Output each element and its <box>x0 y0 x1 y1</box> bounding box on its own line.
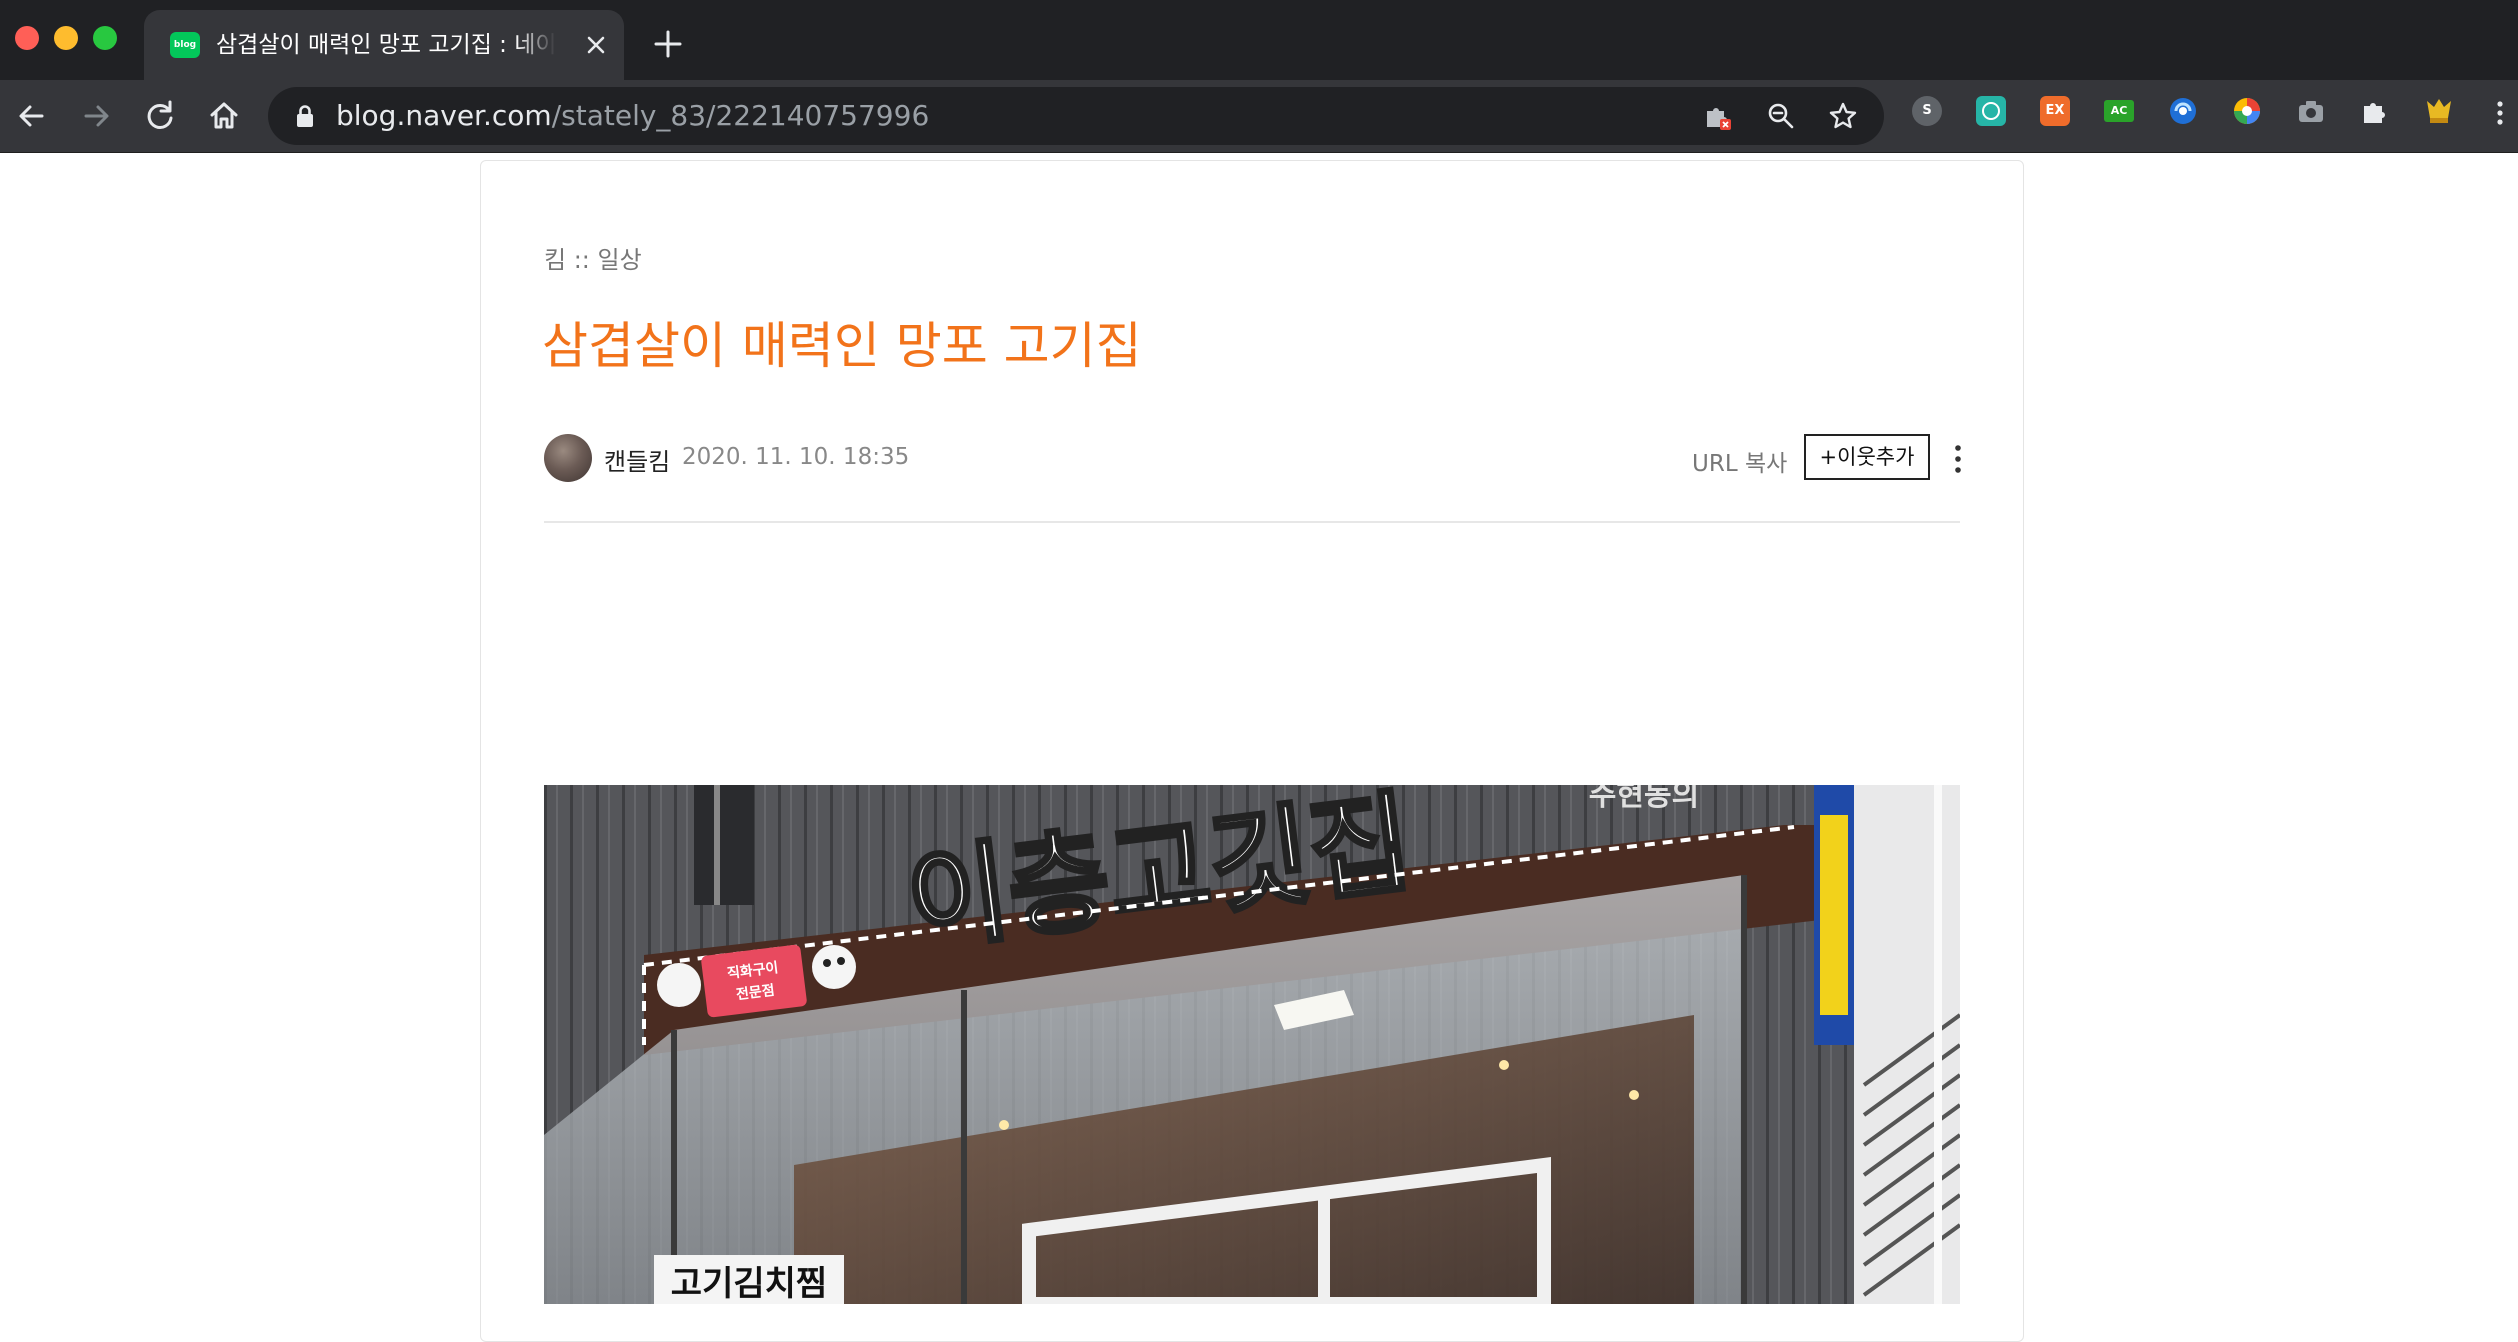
profile-avatar-icon[interactable] <box>2424 96 2454 126</box>
menu-sign-text: 고기김치찜 <box>671 1264 827 1304</box>
active-tab[interactable]: blog 삼겹살이 매력인 망포 고기집 : 네이버 블로그 <box>144 10 624 80</box>
teal-extension-icon[interactable] <box>1976 96 2006 126</box>
url-path: /stately_83/222140757996 <box>551 99 930 132</box>
post-title: 삼겹살이 매력인 망포 고기집 <box>542 317 1142 375</box>
swirl-extension-icon[interactable] <box>2168 96 2198 126</box>
close-window-button[interactable] <box>15 26 39 50</box>
extension-blocked-icon[interactable] <box>1702 101 1732 131</box>
lock-icon[interactable] <box>294 104 316 128</box>
naver-blog-favicon-icon: blog <box>170 32 200 58</box>
address-bar[interactable]: blog.naver.com/stately_83/222140757996 <box>268 87 1884 145</box>
add-neighbor-button[interactable]: +이웃추가 <box>1804 434 1930 480</box>
url-copy-button[interactable]: URL 복사 <box>1692 444 1787 478</box>
back-arrow-icon[interactable] <box>10 94 54 138</box>
author-name[interactable]: 캔들킴 <box>604 442 670 477</box>
post-category[interactable]: 킴 :: 일상 <box>544 240 642 275</box>
header-divider <box>544 521 1960 523</box>
more-options-icon[interactable] <box>1946 442 1970 476</box>
browser-toolbar: blog.naver.com/stately_83/222140757996 <box>0 80 2518 153</box>
extensions-puzzle-icon[interactable] <box>2360 96 2390 126</box>
new-tab-icon[interactable] <box>650 26 686 62</box>
browser-menu-icon[interactable] <box>2494 98 2506 128</box>
color-picker-extension-icon[interactable] <box>2232 96 2262 126</box>
url-text[interactable]: blog.naver.com/stately_83/222140757996 <box>336 87 929 145</box>
forward-arrow-icon[interactable] <box>74 94 118 138</box>
ex-extension-icon[interactable]: EX <box>2040 96 2070 126</box>
ac-extension-icon[interactable]: AC <box>2104 100 2134 122</box>
bookmark-star-icon[interactable] <box>1828 101 1858 131</box>
right-sign-text: 주현동의 <box>1589 785 1699 813</box>
home-icon[interactable] <box>202 94 246 138</box>
url-host: blog.naver.com <box>336 99 552 132</box>
camera-extension-icon[interactable] <box>2296 96 2326 126</box>
tab-bar: blog 삼겹살이 매력인 망포 고기집 : 네이버 블로그 <box>0 0 2518 80</box>
zoom-icon[interactable] <box>1766 101 1796 131</box>
skype-extension-icon[interactable]: S <box>1912 96 1942 126</box>
restaurant-photo[interactable]: 이층고깃집 직화구이 전문점 주현동의 고기김치찜 <box>544 785 1960 1304</box>
author-avatar[interactable] <box>544 434 592 482</box>
post-date: 2020. 11. 10. 18:35 <box>682 444 910 470</box>
maximize-window-button[interactable] <box>93 26 117 50</box>
tab-title: 삼겹살이 매력인 망포 고기집 : 네이버 블로그 <box>216 32 556 58</box>
reload-icon[interactable] <box>138 94 182 138</box>
close-tab-icon[interactable] <box>580 29 612 61</box>
minimize-window-button[interactable] <box>54 26 78 50</box>
